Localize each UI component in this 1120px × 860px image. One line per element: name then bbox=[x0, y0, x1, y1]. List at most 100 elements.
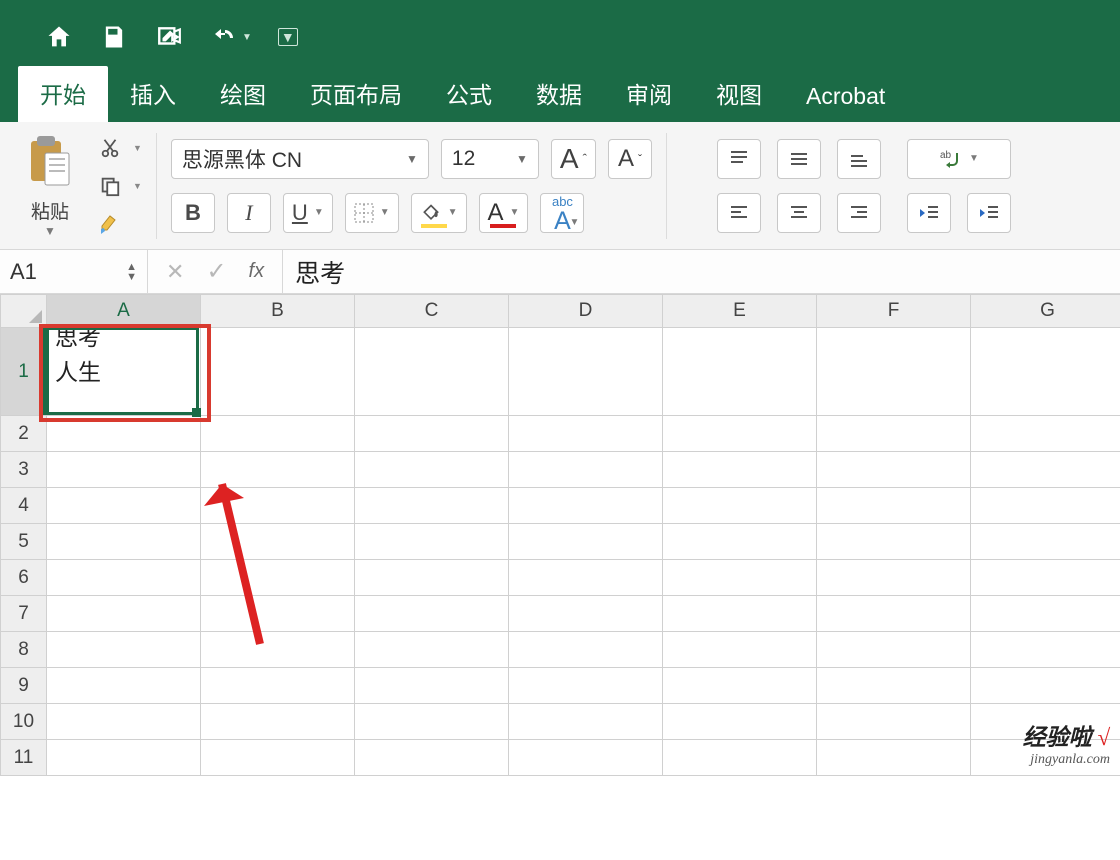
cell-A4[interactable] bbox=[47, 488, 201, 524]
formula-bar-value: 思考 bbox=[295, 254, 345, 290]
cell-A8[interactable] bbox=[47, 632, 201, 668]
format-painter-button[interactable] bbox=[90, 209, 130, 239]
cut-dropdown-icon[interactable]: ▼ bbox=[133, 143, 142, 153]
tab-home[interactable]: 开始 bbox=[18, 66, 108, 122]
align-top-button[interactable] bbox=[717, 139, 761, 179]
row-header-11[interactable]: 11 bbox=[1, 740, 47, 776]
row-header-9[interactable]: 9 bbox=[1, 668, 47, 704]
row-header-10[interactable]: 10 bbox=[1, 704, 47, 740]
row-header-4[interactable]: 4 bbox=[1, 488, 47, 524]
ribbon-tabs: 开始 插入 绘图 页面布局 公式 数据 审阅 视图 Acrobat bbox=[0, 74, 1120, 122]
ribbon: 粘贴 ▼ ▼ ▼ 思源黑体 bbox=[0, 122, 1120, 250]
cell-A9[interactable] bbox=[47, 668, 201, 704]
font-size-combo[interactable]: 12 ▼ bbox=[441, 139, 539, 179]
undo-dropdown-icon[interactable]: ▼ bbox=[242, 32, 252, 43]
col-header-D[interactable]: D bbox=[509, 295, 663, 328]
row-header-7[interactable]: 7 bbox=[1, 596, 47, 632]
name-box[interactable]: A1 ▲▼ bbox=[0, 250, 148, 293]
cell-E1[interactable] bbox=[663, 328, 817, 416]
tab-review[interactable]: 审阅 bbox=[604, 66, 694, 122]
fx-icon[interactable]: fx bbox=[249, 260, 265, 283]
copy-dropdown-icon[interactable]: ▼ bbox=[133, 181, 142, 191]
svg-text:ab: ab bbox=[940, 150, 952, 161]
cell-styles-button[interactable]: abc A ▼ bbox=[540, 193, 584, 233]
spreadsheet-grid: A B C D E F G 1 思考 人生 2 3 4 5 6 7 8 9 10 bbox=[0, 294, 1120, 776]
row-header-3[interactable]: 3 bbox=[1, 452, 47, 488]
paste-button[interactable]: 粘贴 ▼ bbox=[14, 133, 86, 238]
cell-A7[interactable] bbox=[47, 596, 201, 632]
chevron-down-icon[interactable]: ▼ bbox=[398, 152, 418, 166]
row-header-5[interactable]: 5 bbox=[1, 524, 47, 560]
wrap-text-button[interactable]: ab ▼ bbox=[907, 139, 1011, 179]
enter-formula-icon[interactable]: ✓ bbox=[206, 257, 226, 286]
copy-button[interactable] bbox=[90, 171, 130, 201]
font-name-combo[interactable]: 思源黑体 CN ▼ bbox=[171, 139, 429, 179]
save-icon[interactable] bbox=[100, 23, 128, 51]
row-header-8[interactable]: 8 bbox=[1, 632, 47, 668]
cell-F1[interactable] bbox=[817, 328, 971, 416]
cut-button[interactable] bbox=[90, 133, 130, 163]
cell-B1[interactable] bbox=[201, 328, 355, 416]
row-header-2[interactable]: 2 bbox=[1, 416, 47, 452]
align-middle-button[interactable] bbox=[777, 139, 821, 179]
cell-A10[interactable] bbox=[47, 704, 201, 740]
chevron-down-icon[interactable]: ▼ bbox=[508, 152, 528, 166]
row-header-1[interactable]: 1 bbox=[1, 328, 47, 416]
tab-insert[interactable]: 插入 bbox=[108, 66, 198, 122]
tab-acrobat[interactable]: Acrobat bbox=[784, 73, 907, 122]
tab-draw[interactable]: 绘图 bbox=[198, 66, 288, 122]
cancel-formula-icon[interactable]: ✕ bbox=[166, 259, 184, 285]
alignment-group: ab ▼ bbox=[687, 133, 1011, 239]
font-color-button[interactable]: A ▼ bbox=[479, 193, 529, 233]
cell-C1[interactable] bbox=[355, 328, 509, 416]
italic-button[interactable]: I bbox=[227, 193, 271, 233]
decrease-indent-button[interactable] bbox=[907, 193, 951, 233]
increase-font-button[interactable]: Aˆ bbox=[551, 139, 596, 179]
cell-D1[interactable] bbox=[509, 328, 663, 416]
align-bottom-button[interactable] bbox=[837, 139, 881, 179]
col-header-E[interactable]: E bbox=[663, 295, 817, 328]
align-left-button[interactable] bbox=[717, 193, 761, 233]
col-header-C[interactable]: C bbox=[355, 295, 509, 328]
borders-button[interactable]: ▼ bbox=[345, 193, 399, 233]
col-header-G[interactable]: G bbox=[971, 295, 1120, 328]
cell-A6[interactable] bbox=[47, 560, 201, 596]
bold-button[interactable]: B bbox=[171, 193, 215, 233]
grid-table[interactable]: A B C D E F G 1 思考 人生 2 3 4 5 6 7 8 9 10 bbox=[0, 294, 1120, 776]
clipboard-group: 粘贴 ▼ ▼ ▼ bbox=[14, 133, 157, 239]
decrease-font-button[interactable]: Aˇ bbox=[608, 139, 652, 179]
cell-A1[interactable]: 思考 人生 bbox=[47, 328, 201, 416]
increase-indent-button[interactable] bbox=[967, 193, 1011, 233]
tab-formulas[interactable]: 公式 bbox=[424, 66, 514, 122]
cell-A11[interactable] bbox=[47, 740, 201, 776]
cell-A5[interactable] bbox=[47, 524, 201, 560]
paste-label: 粘贴 bbox=[31, 197, 69, 224]
col-header-B[interactable]: B bbox=[201, 295, 355, 328]
tab-page-layout[interactable]: 页面布局 bbox=[288, 66, 424, 122]
fill-color-button[interactable]: ▼ bbox=[411, 193, 467, 233]
formula-bar[interactable]: 思考 bbox=[283, 250, 1120, 293]
watermark: 经验啦 √ jingyanla.com bbox=[1023, 718, 1110, 768]
row-header-6[interactable]: 6 bbox=[1, 560, 47, 596]
select-all-corner[interactable] bbox=[1, 295, 47, 328]
paste-dropdown-icon[interactable]: ▼ bbox=[44, 224, 56, 238]
cell-A3[interactable] bbox=[47, 452, 201, 488]
quick-access-toolbar: ▼ ▼ bbox=[0, 0, 1120, 74]
font-name-value: 思源黑体 CN bbox=[182, 144, 302, 174]
font-size-value: 12 bbox=[452, 147, 475, 171]
cell-A2[interactable] bbox=[47, 416, 201, 452]
col-header-F[interactable]: F bbox=[817, 295, 971, 328]
underline-button[interactable]: U▼ bbox=[283, 193, 333, 233]
customize-qat-icon[interactable]: ▼ bbox=[278, 28, 298, 46]
cell-G1[interactable] bbox=[971, 328, 1120, 416]
tab-view[interactable]: 视图 bbox=[694, 66, 784, 122]
formula-bar-row: A1 ▲▼ ✕ ✓ fx 思考 bbox=[0, 250, 1120, 294]
align-right-button[interactable] bbox=[837, 193, 881, 233]
home-icon[interactable] bbox=[44, 23, 74, 51]
tab-data[interactable]: 数据 bbox=[514, 66, 604, 122]
font-group: 思源黑体 CN ▼ 12 ▼ Aˆ Aˇ B I U▼ ▼ bbox=[171, 133, 667, 239]
undo-button[interactable]: ▼ bbox=[210, 25, 252, 49]
name-box-value: A1 bbox=[10, 259, 37, 285]
edit-icon[interactable] bbox=[154, 24, 184, 50]
align-center-button[interactable] bbox=[777, 193, 821, 233]
